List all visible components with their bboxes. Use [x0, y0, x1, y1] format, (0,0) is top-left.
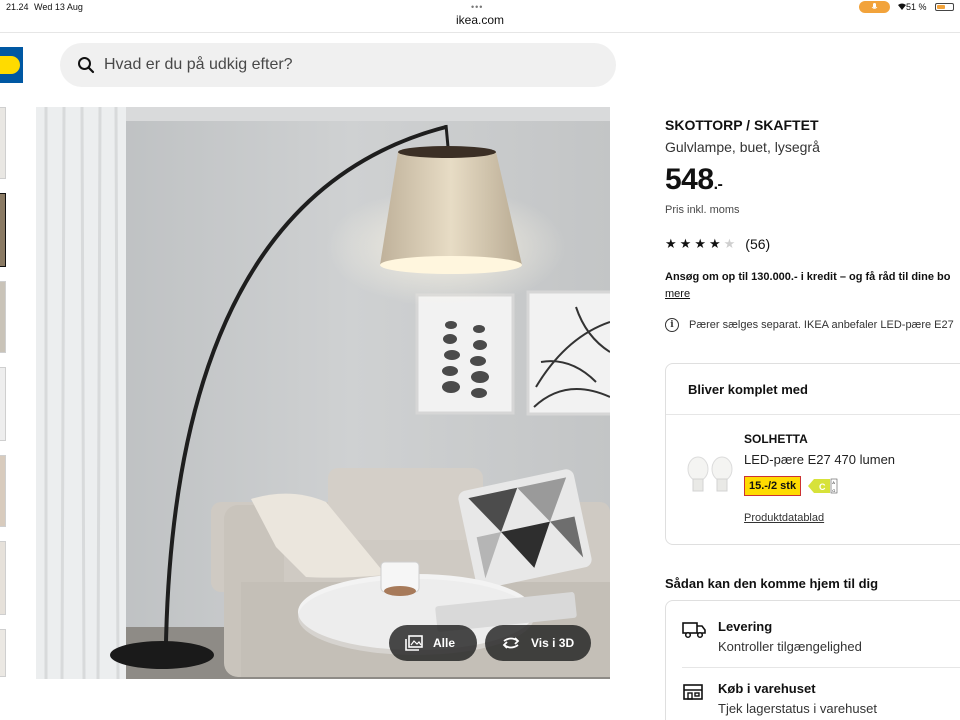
delivery-option-title: Levering [718, 619, 773, 634]
store-option-subtitle: Tjek lagerstatus i varehuset [718, 701, 877, 716]
delivery-option-subtitle: Kontroller tilgængelighed [718, 639, 862, 654]
divider [682, 667, 960, 668]
wifi-icon [898, 2, 906, 12]
complement-header: Bliver komplet med [688, 382, 808, 397]
store-option-title: Køb i varehuset [718, 681, 816, 696]
status-bar: 21.24 Wed 13 Aug ••• 51 % [0, 0, 960, 14]
header-divider [0, 32, 960, 33]
search-icon [78, 57, 95, 74]
product-photo [36, 107, 610, 679]
gallery-icon [405, 635, 423, 651]
accessory-description: LED-pære E27 470 lumen [744, 452, 896, 467]
divider [666, 414, 960, 415]
thumbnail-2[interactable] [0, 193, 6, 267]
thumbnail-1[interactable] [0, 107, 6, 179]
rating[interactable]: ★ ★ ★ ★ ★ (56) [665, 236, 770, 252]
energy-class-text: C [819, 482, 826, 492]
ikea-logo[interactable] [0, 47, 23, 83]
delivery-card: Levering Kontroller tilgængelighed Køb i… [665, 600, 960, 720]
credit-offer: Ansøg om op til 130.000.- i kredit – og … [665, 271, 951, 283]
thumbnail-7[interactable] [0, 629, 6, 677]
product-description: Gulvlampe, buet, lysegrå [665, 139, 820, 155]
info-icon: i [665, 318, 679, 332]
battery-percent: 51 % [906, 2, 927, 12]
all-images-label: Alle [433, 636, 456, 650]
review-count[interactable]: (56) [745, 236, 770, 252]
thumbnail-3[interactable] [0, 281, 6, 353]
store-icon [683, 684, 703, 700]
status-date: Wed 13 Aug [34, 2, 83, 12]
view-3d-label: Vis i 3D [531, 636, 575, 650]
star-icon: ★ [679, 236, 692, 251]
star-empty-icon: ★ [723, 236, 736, 251]
energy-label[interactable]: C A G [808, 477, 838, 500]
star-icon: ★ [694, 236, 706, 251]
status-time: 21.24 [6, 2, 29, 12]
star-icon: ★ [708, 236, 721, 251]
star-icon: ★ [665, 236, 677, 251]
all-images-button[interactable]: Alle [389, 625, 477, 661]
credit-more-link[interactable]: mere [665, 288, 690, 300]
accessory-price: 15.-/2 stk [744, 476, 802, 496]
thumbnail-4[interactable] [0, 367, 6, 441]
datasheet-link[interactable]: Produktdatablad [744, 512, 824, 524]
price-note: Pris inkl. moms [665, 204, 740, 216]
bulb-info-text: Pærer sælges separat. IKEA anbefaler LED… [689, 319, 954, 331]
led-bulb-image[interactable] [686, 456, 734, 496]
multitask-dots-icon[interactable]: ••• [471, 2, 483, 12]
url-bar[interactable]: ikea.com [0, 13, 960, 32]
search-input[interactable] [104, 43, 594, 87]
thumbnail-5[interactable] [0, 455, 6, 527]
bulb-info: i Pærer sælges separat. IKEA anbefaler L… [665, 318, 954, 332]
truck-icon [682, 622, 706, 639]
battery-icon [935, 3, 954, 11]
product-price: 548.- [665, 163, 723, 197]
complement-card: Bliver komplet med SOLHETTA LED-pære E27… [665, 363, 960, 545]
price-value: 548 [665, 163, 714, 196]
search-bar[interactable] [60, 43, 616, 87]
rotate-3d-icon [502, 637, 520, 649]
product-image[interactable] [36, 107, 610, 679]
product-name: SKOTTORP / SKAFTET [665, 117, 819, 133]
delivery-title: Sådan kan den komme hjem til dig [665, 576, 879, 591]
microphone-icon [871, 3, 878, 9]
view-3d-button[interactable]: Vis i 3D [485, 625, 591, 661]
svg-text:G: G [832, 488, 835, 493]
thumbnail-6[interactable] [0, 541, 6, 615]
microphone-indicator [859, 1, 890, 13]
accessory-name[interactable]: SOLHETTA [744, 432, 808, 446]
svg-text:A: A [832, 480, 835, 485]
price-suffix: .- [713, 176, 723, 193]
